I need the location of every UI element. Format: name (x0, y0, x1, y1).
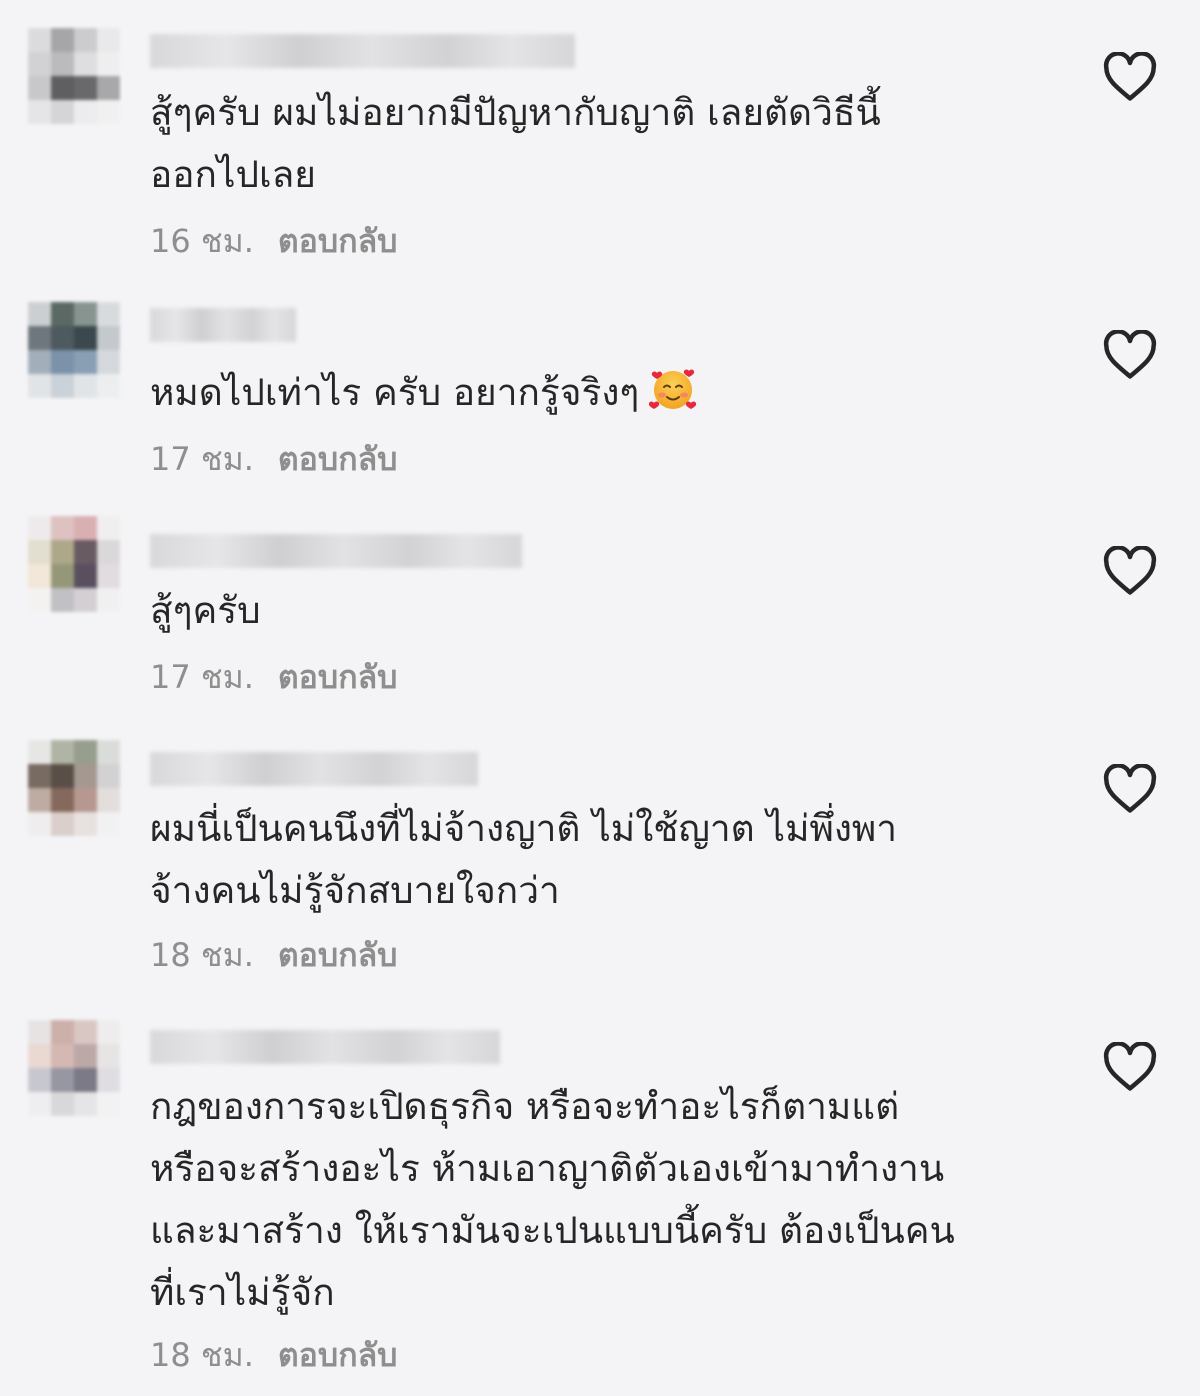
comment-text: หมดไปเท่าไร ครับ อยากรู้จริงๆ (150, 362, 1050, 424)
comment-meta: 16 ชม. ตอบกลับ (150, 216, 397, 267)
comment-text: สู้ๆครับ ผมไม่อยากมีปัญหากับญาติ เลยตัดว… (150, 91, 881, 196)
heart-outline-icon[interactable] (1103, 764, 1157, 814)
comment-time: 17 ชม. (150, 440, 254, 478)
reply-button[interactable]: ตอบกลับ (278, 216, 398, 267)
comment-time: 18 ชม. (150, 1336, 254, 1374)
comment-meta: 18 ชม. ตอบกลับ (150, 930, 397, 981)
username-blurred[interactable] (150, 534, 522, 568)
avatar[interactable] (28, 1020, 120, 1116)
comment-time: 16 ชม. (150, 222, 254, 260)
username-blurred[interactable] (150, 34, 575, 68)
heart-outline-icon[interactable] (1103, 1042, 1157, 1092)
reply-button[interactable]: ตอบกลับ (278, 1330, 398, 1381)
comment-text-content: หมดไปเท่าไร ครับ อยากรู้จริงๆ (150, 371, 640, 414)
avatar[interactable] (28, 516, 120, 612)
avatar[interactable] (28, 740, 120, 836)
reply-button[interactable]: ตอบกลับ (278, 652, 398, 703)
comment-meta: 17 ชม. ตอบกลับ (150, 652, 397, 703)
heart-outline-icon[interactable] (1103, 330, 1157, 380)
heart-outline-icon[interactable] (1103, 546, 1157, 596)
username-blurred[interactable] (150, 752, 478, 786)
reply-button[interactable]: ตอบกลับ (278, 434, 398, 485)
heart-outline-icon[interactable] (1103, 52, 1157, 102)
username-blurred[interactable] (150, 308, 296, 342)
reply-button[interactable]: ตอบกลับ (278, 930, 398, 981)
avatar[interactable] (28, 302, 120, 398)
comment-meta: 17 ชม. ตอบกลับ (150, 434, 397, 485)
comment-time: 18 ชม. (150, 936, 254, 974)
comment-text: กฎของการจะเปิดธุรกิจ หรือจะทำอะไรก็ตามแต… (150, 1085, 955, 1314)
comment-meta: 18 ชม. ตอบกลับ (150, 1330, 397, 1381)
comment-text: สู้ๆครับ (150, 589, 261, 632)
username-blurred[interactable] (150, 1030, 500, 1064)
avatar[interactable] (28, 28, 120, 124)
smiling-face-with-hearts-icon (649, 369, 697, 409)
comment-text: ผมนี่เป็นคนนึงที่ไม่จ้างญาติ ไม่ใช้ญาต ไ… (150, 807, 898, 912)
comment-time: 17 ชม. (150, 658, 254, 696)
